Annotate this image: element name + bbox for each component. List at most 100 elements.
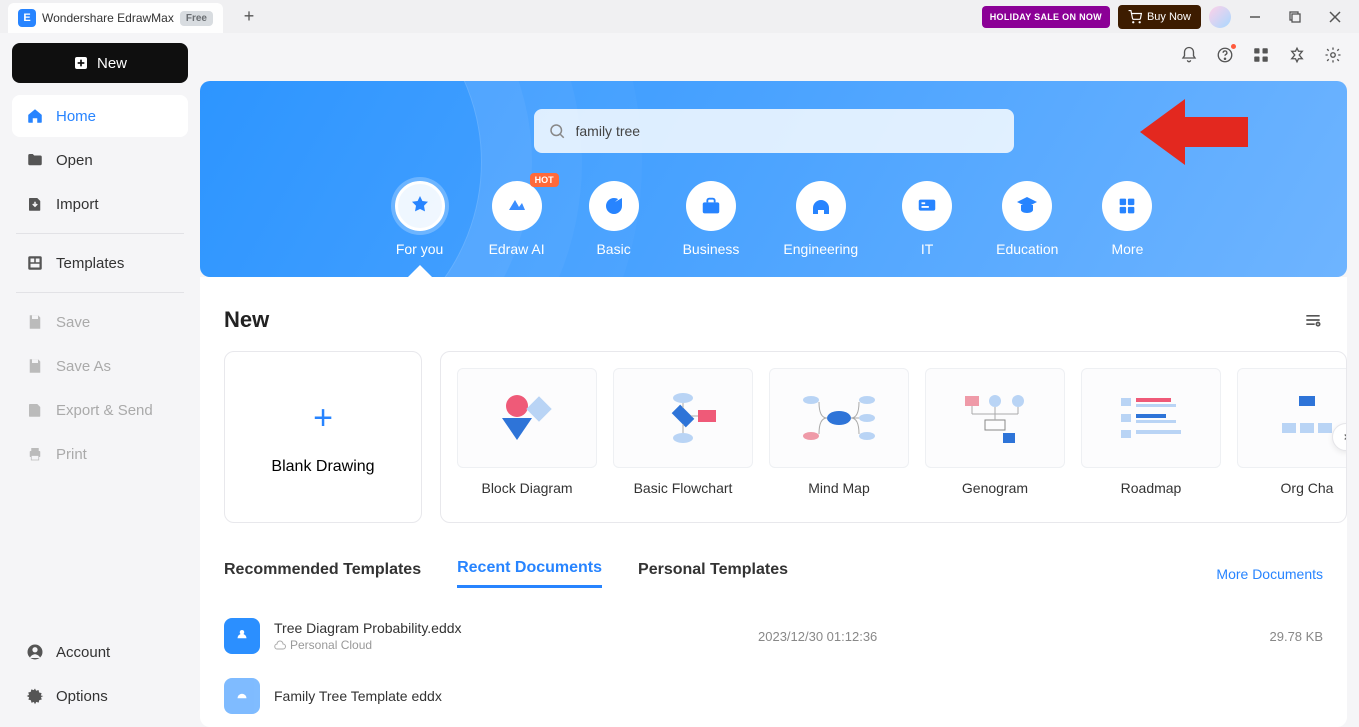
buy-now-label: Buy Now <box>1147 11 1191 23</box>
settings-icon[interactable] <box>1323 45 1343 65</box>
nav-label: Templates <box>56 255 124 272</box>
save-as-icon <box>26 357 44 375</box>
annotation-arrow <box>1140 87 1250 177</box>
category-it[interactable]: IT <box>902 181 952 257</box>
search-input[interactable] <box>576 123 1000 139</box>
nav-label: Open <box>56 152 93 169</box>
template-label: Roadmap <box>1121 480 1182 496</box>
maximize-button[interactable] <box>1279 1 1311 33</box>
nav-label: Export & Send <box>56 402 153 419</box>
minimize-button[interactable] <box>1239 1 1271 33</box>
home-icon <box>26 107 44 125</box>
template-genogram[interactable]: Genogram <box>925 368 1065 506</box>
sidebar-item-home[interactable]: Home <box>12 95 188 137</box>
sidebar-item-options[interactable]: Options <box>12 675 188 717</box>
save-icon <box>26 313 44 331</box>
category-label: For you <box>396 241 443 257</box>
nav-label: Print <box>56 446 87 463</box>
nav-label: Account <box>56 644 110 661</box>
template-roadmap[interactable]: Roadmap <box>1081 368 1221 506</box>
apps-icon[interactable] <box>1251 45 1271 65</box>
plus-icon: + <box>313 399 333 438</box>
holiday-sale-button[interactable]: HOLIDAY SALE ON NOW <box>982 6 1110 28</box>
category-label: Engineering <box>783 241 858 257</box>
sidebar-item-open[interactable]: Open <box>12 139 188 181</box>
template-label: Block Diagram <box>481 480 572 496</box>
category-label: More <box>1111 241 1143 257</box>
tab-personal-templates[interactable]: Personal Templates <box>638 561 788 587</box>
section-title-new: New <box>224 307 269 333</box>
gear-icon <box>26 687 44 705</box>
template-basic-flowchart[interactable]: Basic Flowchart <box>613 368 753 506</box>
sidebar-item-save: Save <box>12 301 188 343</box>
notifications-icon[interactable] <box>1179 45 1199 65</box>
sidebar-item-export: Export & Send <box>12 389 188 431</box>
category-label: Edraw AI <box>489 241 545 257</box>
more-documents-link[interactable]: More Documents <box>1216 566 1323 582</box>
document-row[interactable]: Family Tree Template eddx <box>224 666 1347 726</box>
main-content: For you HOT Edraw AI Basic Business <box>200 33 1359 727</box>
export-icon <box>26 401 44 419</box>
document-icon <box>224 618 260 654</box>
template-label: Org Cha <box>1281 480 1334 496</box>
close-button[interactable] <box>1319 1 1351 33</box>
category-education[interactable]: Education <box>996 181 1058 257</box>
document-size: 29.78 KB <box>1270 629 1324 644</box>
sidebar-item-save-as: Save As <box>12 345 188 387</box>
template-org-chart[interactable]: Org Cha <box>1237 368 1347 506</box>
sidebar-item-templates[interactable]: Templates <box>12 242 188 284</box>
category-for-you[interactable]: For you <box>395 181 445 257</box>
category-business[interactable]: Business <box>683 181 740 257</box>
template-mind-map[interactable]: Mind Map <box>769 368 909 506</box>
titlebar: E Wondershare EdrawMax Free + HOLIDAY SA… <box>0 0 1359 33</box>
templates-icon <box>26 254 44 272</box>
category-label: Education <box>996 241 1058 257</box>
buy-now-button[interactable]: Buy Now <box>1118 5 1201 29</box>
new-button[interactable]: New <box>12 43 188 83</box>
app-logo-icon: E <box>18 9 36 27</box>
hero-banner: For you HOT Edraw AI Basic Business <box>200 81 1347 277</box>
sidebar-item-import[interactable]: Import <box>12 183 188 225</box>
help-icon[interactable] <box>1215 45 1235 65</box>
blank-label: Blank Drawing <box>271 458 374 476</box>
document-icon <box>224 678 260 714</box>
category-label: Business <box>683 241 740 257</box>
blank-drawing-card[interactable]: + Blank Drawing <box>224 351 422 523</box>
tab-recommended[interactable]: Recommended Templates <box>224 561 421 587</box>
sidebar-item-print: Print <box>12 433 188 475</box>
appearance-icon[interactable] <box>1287 45 1307 65</box>
category-basic[interactable]: Basic <box>589 181 639 257</box>
folder-icon <box>26 151 44 169</box>
search-box[interactable] <box>534 109 1014 153</box>
template-label: Basic Flowchart <box>634 480 733 496</box>
category-label: Basic <box>596 241 630 257</box>
category-edraw-ai[interactable]: HOT Edraw AI <box>489 181 545 257</box>
hot-badge: HOT <box>530 173 559 187</box>
nav-label: Import <box>56 196 99 213</box>
document-name: Tree Diagram Probability.eddx <box>274 620 744 636</box>
import-icon <box>26 195 44 213</box>
sidebar-item-account[interactable]: Account <box>12 631 188 673</box>
category-more[interactable]: More <box>1102 181 1152 257</box>
print-icon <box>26 445 44 463</box>
nav-label: Options <box>56 688 108 705</box>
app-title: Wondershare EdrawMax <box>42 11 174 25</box>
app-tab[interactable]: E Wondershare EdrawMax Free <box>8 3 223 33</box>
list-view-icon[interactable] <box>1303 310 1323 330</box>
nav-label: Home <box>56 108 96 125</box>
document-name: Family Tree Template eddx <box>274 688 744 704</box>
template-block-diagram[interactable]: Block Diagram <box>457 368 597 506</box>
new-tab-button[interactable]: + <box>235 3 263 31</box>
user-avatar[interactable] <box>1209 6 1231 28</box>
new-button-label: New <box>97 55 127 72</box>
category-label: IT <box>921 241 933 257</box>
template-carousel: Block Diagram Basic Flowchart Mind Map G… <box>440 351 1347 523</box>
nav-label: Save As <box>56 358 111 375</box>
account-icon <box>26 643 44 661</box>
category-engineering[interactable]: Engineering <box>783 181 858 257</box>
tab-recent-documents[interactable]: Recent Documents <box>457 559 602 588</box>
document-row[interactable]: Tree Diagram Probability.eddx Personal C… <box>224 606 1347 666</box>
document-location: Personal Cloud <box>274 638 744 652</box>
template-label: Mind Map <box>808 480 869 496</box>
document-date: 2023/12/30 01:12:36 <box>758 629 998 644</box>
